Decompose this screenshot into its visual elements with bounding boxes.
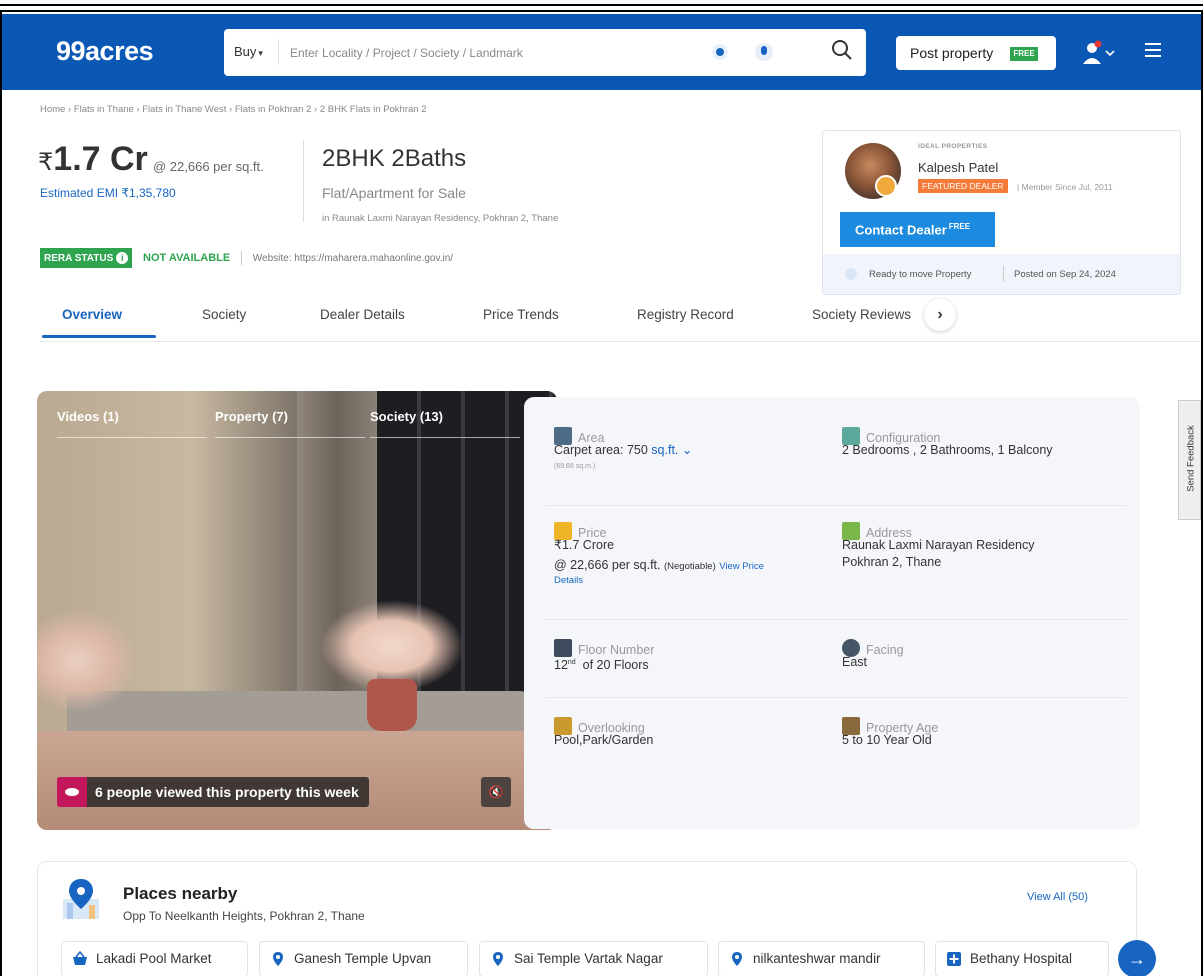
divider [546, 697, 1126, 698]
gallery-tab-society[interactable]: Society (13) [370, 409, 520, 438]
eye-icon [57, 777, 87, 807]
ready-to-move: Ready to move Property [869, 269, 972, 280]
section-tabs: Overview Society Dealer Details Price Tr… [40, 298, 1200, 342]
price-amount: ₹1.7 Cr [38, 140, 148, 178]
window-frame-left [0, 12, 2, 976]
search-input[interactable] [290, 39, 690, 67]
photo-flowers [37, 611, 137, 711]
mute-icon[interactable]: 🔇 [481, 777, 511, 807]
tab-registry-record[interactable]: Registry Record [637, 307, 734, 322]
property-location: in Raunak Laxmi Narayan Residency, Pokhr… [322, 213, 559, 224]
divider [546, 619, 1126, 620]
chevron-down-icon: ⌄ [678, 443, 693, 457]
place-chip[interactable]: Ganesh Temple Upvan [259, 941, 468, 976]
divider [241, 251, 243, 265]
divider [303, 140, 304, 222]
active-tab-indicator [42, 335, 156, 338]
places-title: Places nearby [123, 884, 238, 903]
search-bar: Buy ▾ [224, 29, 866, 76]
shopping-basket-icon [73, 951, 87, 965]
tab-society-reviews[interactable]: Society Reviews [812, 307, 911, 322]
breadcrumb[interactable]: Home › Flats in Thane › Flats in Thane W… [40, 104, 427, 115]
place-chip[interactable]: Lakadi Pool Market [61, 941, 248, 976]
location-target-icon[interactable] [712, 44, 728, 60]
divider [546, 505, 1126, 506]
rera-website[interactable]: Website: https://maharera.mahaonline.gov… [253, 253, 453, 264]
view-all-link[interactable]: View All (50) [1027, 891, 1088, 903]
dealer-card: IDEAL PROPERTIES Kalpesh Patel FEATURED … [822, 130, 1181, 295]
tab-dealer-details[interactable]: Dealer Details [320, 307, 405, 322]
medal-icon [875, 175, 897, 197]
contact-dealer-button[interactable]: Contact Dealer FREE [840, 212, 995, 247]
location-pin-icon [63, 879, 99, 919]
post-property-label: Post property [910, 45, 994, 61]
photo-vase [367, 679, 417, 731]
chevron-right-icon[interactable]: › [924, 299, 956, 331]
featured-dealer-badge: FEATURED DEALER [918, 179, 1008, 193]
user-menu-icon[interactable] [1080, 38, 1116, 68]
gallery-tab-property[interactable]: Property (7) [215, 409, 365, 438]
detail-overlooking: Overlooking Pool,Park/Garden [554, 717, 653, 749]
send-feedback-button[interactable]: Send Feedback [1178, 400, 1201, 520]
arrow-right-icon[interactable]: → [1118, 940, 1156, 976]
place-chip[interactable]: Sai Temple Vartak Nagar [479, 941, 708, 976]
member-since: | Member Since Jul, 2011 [1017, 182, 1113, 192]
hospital-icon [947, 952, 961, 966]
window-frame-top [0, 0, 1203, 12]
post-property-button[interactable]: Post property FREE [896, 36, 1056, 70]
map-pin-icon [493, 952, 503, 966]
detail-configuration: Configuration 2 Bedrooms , 2 Bathrooms, … [842, 427, 1053, 459]
detail-property-age: Property Age 5 to 10 Year Old [842, 717, 938, 749]
place-chip[interactable]: nilkanteshwar mandir [718, 941, 925, 976]
price-per-sqft: @ 22,666 per sq.ft. [153, 159, 264, 174]
info-icon: i [116, 252, 129, 264]
tab-society[interactable]: Society [202, 307, 246, 322]
map-pin-icon [732, 952, 742, 966]
places-nearby-section: Places nearby Opp To Neelkanth Heights, … [37, 861, 1137, 976]
detail-floor: Floor Number 12nd of 20 Floors [554, 639, 654, 674]
view-price-details-link[interactable]: Details [554, 575, 764, 586]
dealer-org: IDEAL PROPERTIES [918, 143, 988, 150]
emi-link[interactable]: Estimated EMI ₹1,35,780 [40, 186, 176, 200]
top-header: 99acres Buy▾ Post property FREE [2, 14, 1201, 90]
tab-price-trends[interactable]: Price Trends [483, 307, 559, 322]
divider [278, 39, 279, 65]
place-chip[interactable]: Bethany Hospital [935, 941, 1109, 976]
rera-row: RERA STATUS i NOT AVAILABLE Website: http… [40, 248, 453, 268]
detail-address: Address Raunak Laxmi Narayan Residency P… [842, 522, 1034, 571]
property-details-panel: Area Carpet area: 750 sq.ft. ⌄ (69.68 sq… [524, 397, 1140, 829]
photo-flowers [322, 601, 462, 691]
posted-date: Posted on Sep 24, 2024 [1014, 269, 1116, 280]
unit-dropdown[interactable]: sq.ft. [651, 443, 678, 457]
detail-facing: Facing East [842, 639, 904, 671]
tab-overview[interactable]: Overview [62, 307, 122, 322]
views-text: 6 people viewed this property this week [95, 784, 359, 800]
chevron-down-icon: ▾ [258, 48, 263, 58]
buy-dropdown[interactable]: Buy ▾ [234, 44, 263, 59]
detail-area: Area Carpet area: 750 sq.ft. ⌄ (69.68 sq… [554, 427, 692, 470]
rera-status-value: NOT AVAILABLE [143, 252, 231, 264]
free-tag: FREE [1010, 47, 1038, 61]
buy-label: Buy [234, 44, 257, 59]
divider [1003, 266, 1004, 282]
site-logo[interactable]: 99acres [56, 36, 154, 67]
mic-icon[interactable] [755, 43, 773, 61]
home-icon [845, 268, 857, 280]
map-pin-icon [273, 952, 283, 966]
dealer-name[interactable]: Kalpesh Patel [918, 160, 998, 175]
gallery-tabs: Videos (1) Property (7) Society (13) [57, 409, 537, 439]
dealer-footer: Ready to move Property Posted on Sep 24,… [823, 254, 1180, 294]
search-icon[interactable] [830, 38, 854, 62]
property-type: Flat/Apartment for Sale [322, 185, 466, 201]
places-subtitle: Opp To Neelkanth Heights, Pokhran 2, Tha… [123, 909, 365, 923]
detail-price: Price ₹1.7 Crore @ 22,666 per sq.ft. (Ne… [554, 522, 764, 586]
view-price-details-link[interactable]: View Price [719, 561, 764, 572]
property-title: 2BHK 2Baths [322, 145, 467, 172]
gallery-tab-videos[interactable]: Videos (1) [57, 409, 207, 438]
views-banner: 6 people viewed this property this week [57, 777, 369, 807]
hamburger-menu-icon[interactable] [1145, 43, 1161, 57]
rera-status-badge: RERA STATUS i [40, 248, 133, 268]
media-gallery[interactable]: Videos (1) Property (7) Society (13) 6 p… [37, 391, 557, 830]
